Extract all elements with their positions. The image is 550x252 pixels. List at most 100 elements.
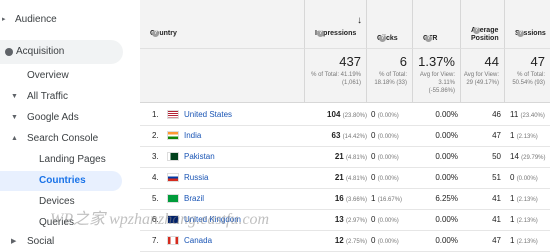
ctr-cell: 0.00% xyxy=(435,110,458,119)
ctr-cell: 6.25% xyxy=(435,194,458,203)
sort-descending-icon: ↓ xyxy=(357,15,362,26)
br-flag-icon xyxy=(167,194,179,204)
table-row[interactable]: 7. Canada 12 (2.75%) 0 (0.00%) 0.00% 47 … xyxy=(140,230,550,252)
clicks-cell: 0 (0.00%) xyxy=(371,173,399,182)
help-icon[interactable]: ? xyxy=(379,35,386,42)
summary-impressions: 437 % of Total: 41.19% (1,061) xyxy=(305,48,367,103)
average-position-cell: 46 xyxy=(492,110,501,119)
impressions-cell: 16 (3.66%) xyxy=(334,194,367,203)
column-header-country[interactable]: Country? xyxy=(140,0,305,48)
country-link[interactable]: India xyxy=(184,131,201,140)
collapse-caret-icon: ▲ xyxy=(11,135,18,142)
help-icon[interactable]: ? xyxy=(152,30,159,37)
sidebar-item-label: Acquisition xyxy=(16,46,65,57)
expand-caret-icon: ▸ xyxy=(2,16,6,23)
watermark: WP之家 wpzhanzhang.eastfu.com xyxy=(50,211,270,228)
average-position-cell: 47 xyxy=(492,236,501,245)
sidebar-item-label: Search Console xyxy=(27,133,99,144)
ctr-cell: 0.00% xyxy=(435,173,458,182)
average-position-cell: 50 xyxy=(492,152,501,161)
sidebar-item-all-traffic[interactable]: ▼ All Traffic xyxy=(0,87,120,107)
sessions-cell: 1 (2.13%) xyxy=(510,131,538,140)
impressions-cell: 104 (23.80%) xyxy=(327,110,367,119)
sidebar-item-countries[interactable]: Countries xyxy=(0,171,122,191)
average-position-cell: 51 xyxy=(492,173,501,182)
row-rank: 4. xyxy=(152,173,159,182)
row-country[interactable]: Brazil xyxy=(167,194,204,204)
impressions-cell: 63 (14.42%) xyxy=(331,131,368,140)
sidebar-item-search-console[interactable]: ▲ Search Console xyxy=(0,129,120,149)
sessions-cell: 11 (23.40%) xyxy=(510,110,545,119)
sessions-cell: 0 (0.00%) xyxy=(510,173,538,182)
row-rank: 3. xyxy=(152,152,159,161)
pk-flag-icon xyxy=(167,152,179,162)
average-position-cell: 41 xyxy=(492,215,501,224)
sidebar-item-landing-pages[interactable]: Landing Pages xyxy=(0,150,120,170)
sessions-cell: 14 (29.79%) xyxy=(510,152,546,161)
average-position-cell: 41 xyxy=(492,194,501,203)
country-link[interactable]: Canada xyxy=(184,236,212,245)
sidebar-item-overview[interactable]: Overview xyxy=(0,66,120,86)
sidebar-item-label: All Traffic xyxy=(27,91,68,102)
sidebar-item-label: Landing Pages xyxy=(39,154,106,165)
table-row[interactable]: 4. Russia 21 (4.81%) 0 (0.00%) 0.00% 51 … xyxy=(140,167,550,189)
clicks-cell: 0 (0.00%) xyxy=(371,110,399,119)
sessions-cell: 1 (2.13%) xyxy=(510,215,538,224)
clicks-cell: 0 (0.00%) xyxy=(371,131,399,140)
acquisition-icon xyxy=(5,48,13,56)
clicks-cell: 1 (16.67%) xyxy=(371,194,403,203)
ctr-cell: 0.00% xyxy=(435,152,458,161)
sidebar-item-google-ads[interactable]: ▼ Google Ads xyxy=(0,108,120,128)
column-header-average-position[interactable]: Average Position? xyxy=(461,0,505,48)
summary-ctr: 1.37% Avg for View: 3.11% (-55.86%) xyxy=(413,48,461,103)
column-header-sessions[interactable]: Sessions? xyxy=(505,0,550,48)
help-icon[interactable]: ? xyxy=(317,30,324,37)
expand-caret-icon: ▶ xyxy=(11,238,17,245)
summary-average-position: 44 Avg for View: 29 (49.17%) xyxy=(461,48,505,103)
help-icon[interactable]: ? xyxy=(425,35,432,42)
summary-country xyxy=(140,48,305,103)
clicks-cell: 0 (0.00%) xyxy=(371,215,399,224)
row-country[interactable]: Pakistan xyxy=(167,152,215,162)
row-country[interactable]: Russia xyxy=(167,173,208,183)
us-flag-icon xyxy=(167,110,179,120)
row-country[interactable]: India xyxy=(167,131,201,141)
table-row[interactable]: 2. India 63 (14.42%) 0 (0.00%) 0.00% 47 … xyxy=(140,125,550,147)
sidebar-item-social[interactable]: ▶ Social xyxy=(0,232,120,252)
sidebar-item-label: Overview xyxy=(27,70,69,81)
ca-flag-icon xyxy=(167,236,179,246)
column-header-ctr[interactable]: CTR? xyxy=(413,0,461,48)
sidebar-item-acquisition[interactable]: Acquisition xyxy=(0,40,123,64)
ru-flag-icon xyxy=(167,173,179,183)
row-country[interactable]: Canada xyxy=(167,236,212,246)
average-position-cell: 47 xyxy=(492,131,501,140)
column-header-impressions[interactable]: Impressions? ↓ xyxy=(305,0,367,48)
summary-clicks: 6 % of Total: 18.18% (33) xyxy=(367,48,413,103)
in-flag-icon xyxy=(167,131,179,141)
ctr-cell: 0.00% xyxy=(435,236,458,245)
country-link[interactable]: Pakistan xyxy=(184,152,215,161)
sidebar-item-label: Countries xyxy=(39,175,86,186)
clicks-cell: 0 (0.00%) xyxy=(371,152,399,161)
sidebar-item-label: Google Ads xyxy=(27,112,79,123)
ctr-cell: 0.00% xyxy=(435,215,458,224)
sidebar-item-label: Social xyxy=(27,236,55,247)
sidebar-item-audience[interactable]: ▸ Audience xyxy=(0,10,120,30)
country-link[interactable]: United States xyxy=(184,110,232,119)
impressions-cell: 12 (2.75%) xyxy=(334,236,367,245)
column-header-clicks[interactable]: Clicks? xyxy=(367,0,413,48)
impressions-cell: 13 (2.97%) xyxy=(334,215,367,224)
help-icon[interactable]: ? xyxy=(473,27,480,34)
expand-caret-icon: ▼ xyxy=(11,93,18,100)
ctr-cell: 0.00% xyxy=(435,131,458,140)
sidebar-item-label: Audience xyxy=(15,14,57,25)
country-link[interactable]: Russia xyxy=(184,173,208,182)
row-country[interactable]: United States xyxy=(167,110,232,120)
expand-caret-icon: ▼ xyxy=(11,114,18,121)
table-row[interactable]: 3. Pakistan 21 (4.81%) 0 (0.00%) 0.00% 5… xyxy=(140,146,550,168)
help-icon[interactable]: ? xyxy=(517,30,524,37)
country-link[interactable]: Brazil xyxy=(184,194,204,203)
table-row[interactable]: 1. United States 104 (23.80%) 0 (0.00%) … xyxy=(140,104,550,126)
clicks-cell: 0 (0.00%) xyxy=(371,236,399,245)
row-rank: 5. xyxy=(152,194,159,203)
